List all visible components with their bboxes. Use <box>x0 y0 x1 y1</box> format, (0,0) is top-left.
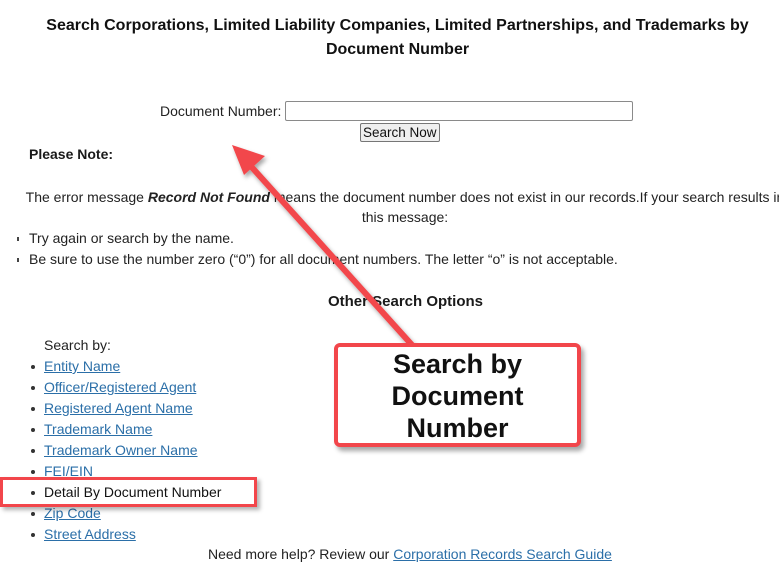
page-title: Search Corporations, Limited Liability C… <box>46 17 749 58</box>
option-officer-registered-agent: Officer/Registered Agent <box>0 377 221 398</box>
other-search-options-heading: Other Search Options <box>327 293 484 310</box>
note-text-after: means the document number does not exist… <box>269 189 779 225</box>
document-number-input[interactable] <box>285 101 634 121</box>
option-trademark-name: Trademark Name <box>0 419 221 440</box>
option-entity-name: Entity Name <box>0 356 221 377</box>
note-text-before: The error message <box>25 189 148 205</box>
note-bullet: Be sure to use the number zero (“0”) for… <box>0 249 618 270</box>
trademark-owner-name-link[interactable]: Trademark Owner Name <box>44 442 198 458</box>
entity-name-link[interactable]: Entity Name <box>44 358 120 374</box>
option-street-address: Street Address <box>0 524 221 545</box>
option-trademark-owner-name: Trademark Owner Name <box>0 440 221 461</box>
note-text: The error message Record Not Found means… <box>20 187 779 227</box>
search-by-label: Search by: <box>44 337 111 353</box>
option-registered-agent-name: Registered Agent Name <box>0 398 221 419</box>
note-emphasis: Record Not Found <box>147 189 270 205</box>
officer-registered-agent-link[interactable]: Officer/Registered Agent <box>44 379 196 395</box>
search-now-button[interactable]: Search Now <box>360 123 440 142</box>
street-address-link[interactable]: Street Address <box>44 526 136 542</box>
note-bullets: Try again or search by the name. Be sure… <box>0 228 618 270</box>
zip-code-link[interactable]: Zip Code <box>44 505 101 521</box>
document-number-form: Document Number: <box>160 101 634 121</box>
help-text: Need more help? Review our Corporation R… <box>208 546 612 562</box>
trademark-name-link[interactable]: Trademark Name <box>44 421 152 437</box>
search-options-list: Entity Name Officer/Registered Agent Reg… <box>0 356 221 545</box>
document-number-label: Document Number: <box>160 103 282 119</box>
help-prefix: Need more help? Review our <box>208 546 394 562</box>
detail-by-document-number-highlight <box>0 477 257 507</box>
annotation-callout: Search by Document Number <box>334 343 581 447</box>
note-bullet: Try again or search by the name. <box>0 228 618 249</box>
registered-agent-name-link[interactable]: Registered Agent Name <box>44 400 193 416</box>
please-note-heading: Please Note: <box>29 146 114 162</box>
search-guide-link[interactable]: Corporation Records Search Guide <box>393 546 612 562</box>
